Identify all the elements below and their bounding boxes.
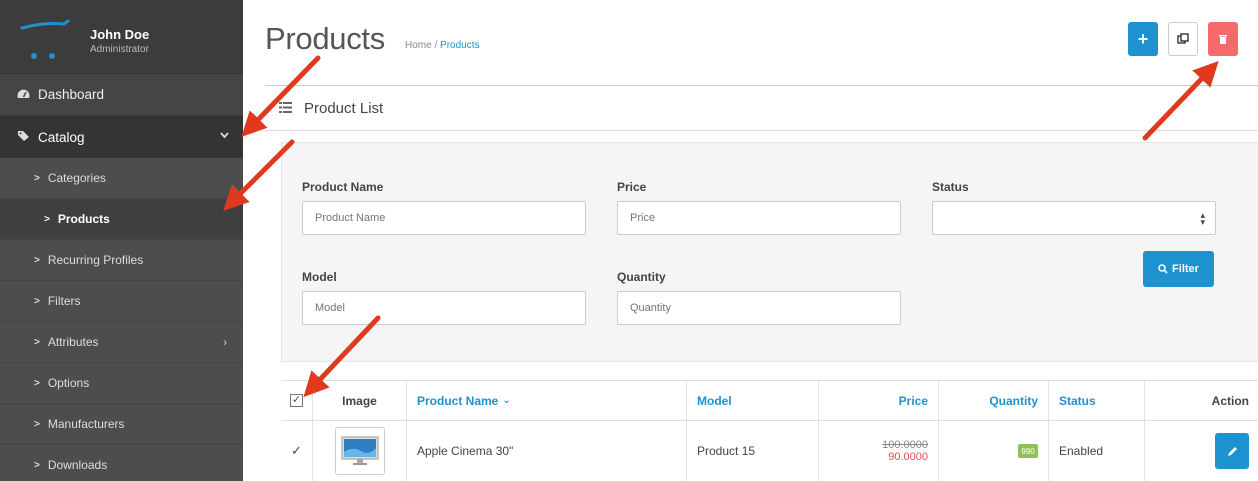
chevron-right-icon: >	[34, 172, 40, 184]
row-checkbox-checked-icon[interactable]: ✓	[291, 443, 302, 459]
nav-dashboard[interactable]: Dashboard	[0, 74, 243, 116]
header-status[interactable]: Status	[1049, 381, 1145, 420]
product-thumbnail	[334, 427, 385, 475]
price-input[interactable]	[617, 201, 901, 235]
row-select[interactable]: ✓	[281, 421, 313, 481]
chevron-right-icon: >	[34, 254, 40, 266]
header-product-name-label: Product Name	[417, 393, 499, 408]
sidebar-item-options[interactable]: > Options	[0, 363, 243, 404]
trash-icon	[1219, 34, 1227, 44]
copy-button[interactable]	[1168, 22, 1198, 56]
row-special-price: 90.0000	[888, 451, 928, 463]
table-header-row: ✓ Image Product Name ⌄ Model Price Quant…	[281, 381, 1258, 421]
sort-chevron-icon: ⌄	[502, 395, 511, 406]
breadcrumb: Home / Products	[405, 40, 480, 51]
status-select[interactable]: ▴ ▾	[932, 201, 1216, 235]
sidebar-item-downloads[interactable]: > Downloads	[0, 445, 243, 481]
quantity-badge: 990	[1018, 444, 1038, 458]
sidebar-item-manufacturers[interactable]: > Manufacturers	[0, 404, 243, 445]
page-title: Products	[265, 21, 385, 56]
product-table: ✓ Image Product Name ⌄ Model Price Quant…	[281, 380, 1258, 481]
tag-icon	[16, 130, 30, 145]
row-status: Enabled	[1049, 421, 1145, 481]
sidebar-item-attributes[interactable]: > Attributes ›	[0, 322, 243, 363]
table-row: ✓ Apple Cinema 30" Product 15 100.0000 9…	[281, 421, 1258, 481]
product-name-label: Product Name	[302, 180, 384, 194]
header-action: Action	[1211, 393, 1249, 408]
panel-title: Product List	[304, 99, 384, 117]
header-price[interactable]: Price	[819, 381, 939, 420]
user-name: John Doe	[90, 27, 150, 42]
filter-panel: Product Name Price Status ▴▾ Model Quant…	[281, 142, 1258, 362]
status-label: Status	[932, 180, 969, 194]
sidebar-item-label: Downloads	[47, 458, 108, 472]
chevron-down-icon	[220, 130, 229, 142]
sidebar-item-label: Manufacturers	[47, 417, 125, 431]
nav-catalog-label: Catalog	[38, 129, 85, 145]
search-icon	[1158, 264, 1168, 274]
breadcrumb-current[interactable]: Products	[440, 40, 479, 51]
pencil-icon	[1227, 446, 1237, 456]
copy-icon	[1177, 33, 1189, 44]
row-product-name: Apple Cinema 30"	[407, 421, 687, 481]
sidebar-item-label: Recurring Profiles	[47, 253, 144, 267]
chevron-right-icon: >	[34, 418, 40, 430]
quantity-input[interactable]	[617, 291, 901, 325]
header-product-name[interactable]: Product Name ⌄	[407, 381, 687, 420]
sidebar-item-label: Attributes	[47, 335, 99, 349]
edit-button[interactable]	[1215, 433, 1249, 469]
filter-button-label: Filter	[1172, 263, 1199, 275]
add-product-button[interactable]: +	[1128, 22, 1158, 56]
monitor-icon	[341, 436, 378, 465]
chevron-right-icon: ›	[223, 335, 227, 349]
nav-catalog[interactable]: Catalog	[0, 116, 243, 158]
chevron-right-icon: >	[34, 336, 40, 348]
user-profile[interactable]: John Doe Administrator	[0, 0, 243, 74]
product-name-input[interactable]	[302, 201, 586, 235]
row-action	[1145, 421, 1258, 481]
list-icon	[279, 101, 292, 116]
select-caret-icon: ▴ ▾	[1200, 210, 1205, 227]
row-price: 100.0000 90.0000	[819, 421, 939, 481]
delete-button[interactable]	[1208, 22, 1238, 56]
sidebar-item-filters[interactable]: > Filters	[0, 281, 243, 322]
row-old-price: 100.0000	[882, 439, 928, 451]
sidebar-item-label: Categories	[47, 171, 106, 185]
main-content: Products Home / Products + Product List …	[243, 0, 1258, 481]
header-model[interactable]: Model	[687, 381, 819, 420]
sidebar-item-products[interactable]: > Products	[0, 199, 243, 240]
header-select-all[interactable]: ✓	[281, 381, 313, 420]
sidebar-item-label: Products	[57, 212, 110, 226]
breadcrumb-home[interactable]: Home	[405, 40, 432, 51]
sidebar-item-categories[interactable]: > Categories	[0, 158, 243, 199]
filter-button[interactable]: Filter	[1143, 251, 1214, 287]
user-role: Administrator	[90, 44, 149, 55]
breadcrumb-separator: /	[434, 40, 438, 51]
header-quantity[interactable]: Quantity	[939, 381, 1049, 420]
product-list-panel-header: Product List	[265, 85, 1258, 131]
nav-dashboard-label: Dashboard	[38, 87, 105, 102]
quantity-label: Quantity	[617, 270, 666, 284]
model-label: Model	[302, 270, 337, 284]
sidebar-item-label: Filters	[47, 294, 81, 308]
dashboard-icon	[16, 88, 30, 102]
sidebar: John Doe Administrator Dashboard Catalog…	[0, 0, 243, 481]
row-model: Product 15	[687, 421, 819, 481]
header-image: Image	[313, 381, 407, 420]
model-input[interactable]	[302, 291, 586, 325]
row-quantity: 990	[939, 421, 1049, 481]
chevron-right-icon: >	[34, 295, 40, 307]
sidebar-item-label: Options	[47, 376, 90, 390]
sidebar-item-recurring-profiles[interactable]: > Recurring Profiles	[0, 240, 243, 281]
price-label: Price	[617, 180, 647, 194]
plus-icon: +	[1137, 28, 1149, 49]
opencart-logo-icon	[20, 19, 70, 59]
chevron-right-icon: >	[44, 213, 50, 225]
select-all-checkbox[interactable]: ✓	[290, 394, 303, 407]
chevron-right-icon: >	[34, 459, 40, 471]
chevron-right-icon: >	[34, 377, 40, 389]
row-image-cell	[313, 421, 407, 481]
